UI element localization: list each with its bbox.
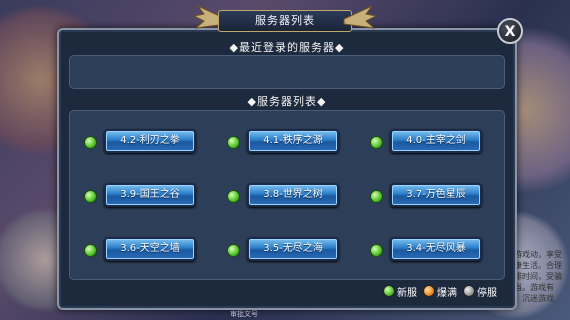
server-entry[interactable]: 3.9-国王之谷: [84, 183, 204, 209]
server-entry[interactable]: 3.4-无尽风暴: [370, 237, 490, 263]
status-new-icon: [370, 244, 383, 257]
server-entry[interactable]: 4.1-秩序之源: [227, 129, 347, 155]
status-stop-icon: [463, 285, 475, 297]
server-entry[interactable]: 4.2-利刃之拳: [84, 129, 204, 155]
status-full-icon: [423, 285, 435, 297]
server-button[interactable]: 3.9-国王之谷: [104, 183, 196, 207]
status-new-icon: [370, 136, 383, 149]
window-title: 服务器列表: [218, 10, 352, 32]
server-button[interactable]: 3.4-无尽风暴: [390, 237, 482, 261]
server-button[interactable]: 3.5-无尽之海: [247, 237, 339, 261]
status-new-icon: [227, 190, 240, 203]
server-button[interactable]: 4.2-利刃之拳: [104, 129, 196, 153]
server-button[interactable]: 4.0-主宰之剑: [390, 129, 482, 153]
status-new-icon: [227, 136, 240, 149]
recent-servers-label: ◆最近登录的服务器◆: [229, 41, 345, 54]
legend-stop-label: 停服: [477, 287, 497, 299]
title-plate: 服务器列表: [194, 4, 376, 34]
status-new-icon: [84, 136, 97, 149]
recent-servers-box[interactable]: [69, 55, 505, 89]
server-list-box: 4.2-利刃之拳 4.1-秩序之源 4.0-主宰之剑 3.9-国王之谷 3.8-…: [69, 110, 505, 280]
server-button[interactable]: 3.6-天空之墙: [104, 237, 196, 261]
server-button[interactable]: 3.7-万色星辰: [390, 183, 482, 207]
wing-right-icon: [343, 5, 376, 29]
server-button[interactable]: 3.8-世界之树: [247, 183, 339, 207]
status-new-icon: [383, 285, 395, 297]
server-entry[interactable]: 3.6-天空之墙: [84, 237, 204, 263]
server-entry[interactable]: 4.0-主宰之剑: [370, 129, 490, 155]
close-button[interactable]: X: [497, 18, 523, 44]
legend-stop: 停服: [463, 284, 497, 299]
server-entry[interactable]: 3.8-世界之树: [227, 183, 347, 209]
legend-full-label: 爆满: [437, 287, 457, 299]
legend-full: 爆满: [423, 284, 457, 299]
status-new-icon: [84, 244, 97, 257]
server-entry[interactable]: 3.5-无尽之海: [227, 237, 347, 263]
legend-new: 新服: [383, 284, 417, 299]
server-list-label: ◆服务器列表◆: [247, 95, 327, 108]
status-new-icon: [370, 190, 383, 203]
status-new-icon: [84, 190, 97, 203]
approval-text: 审批文号: [230, 310, 258, 318]
server-entry[interactable]: 3.7-万色星辰: [370, 183, 490, 209]
server-button[interactable]: 4.1-秩序之源: [247, 129, 339, 153]
status-new-icon: [227, 244, 240, 257]
status-legend: 新服 爆满 停服: [383, 284, 497, 299]
server-list-panel: ◆最近登录的服务器◆ ◆服务器列表◆ 4.2-利刃之拳 4.1-秩序之源 4.0…: [57, 28, 517, 310]
legend-new-label: 新服: [397, 287, 417, 299]
